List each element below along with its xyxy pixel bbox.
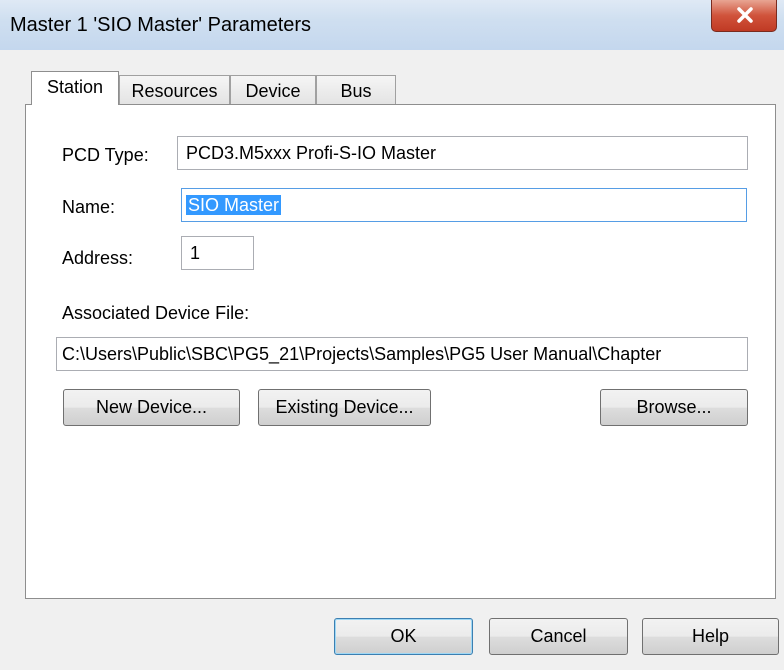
device-file-input[interactable]: C:\Users\Public\SBC\PG5_21\Projects\Samp… <box>56 337 748 371</box>
address-input[interactable]: 1 <box>181 236 254 270</box>
browse-button[interactable]: Browse... <box>600 389 748 426</box>
window-title: Master 1 'SIO Master' Parameters <box>10 14 312 36</box>
close-icon <box>737 7 753 23</box>
tab-resources[interactable]: Resources <box>119 75 230 105</box>
pcd-type-field: PCD3.M5xxx Profi-S-IO Master <box>177 136 748 170</box>
title-bar: Master 1 'SIO Master' Parameters <box>0 0 784 50</box>
close-button[interactable] <box>711 0 777 32</box>
pcd-type-label: PCD Type: <box>62 145 149 165</box>
ok-button[interactable]: OK <box>334 618 473 655</box>
name-input-value: SIO Master <box>186 195 282 215</box>
device-file-label: Associated Device File: <box>62 303 250 323</box>
cancel-button[interactable]: Cancel <box>489 618 628 655</box>
tab-bus[interactable]: Bus <box>316 75 396 105</box>
help-button[interactable]: Help <box>642 618 779 655</box>
name-input[interactable]: SIO Master <box>181 188 747 222</box>
tab-device[interactable]: Device <box>230 75 316 105</box>
name-label: Name: <box>62 197 116 217</box>
existing-device-button[interactable]: Existing Device... <box>258 389 431 426</box>
tab-station[interactable]: Station <box>31 71 119 105</box>
new-device-button[interactable]: New Device... <box>63 389 240 426</box>
address-label: Address: <box>62 248 134 268</box>
